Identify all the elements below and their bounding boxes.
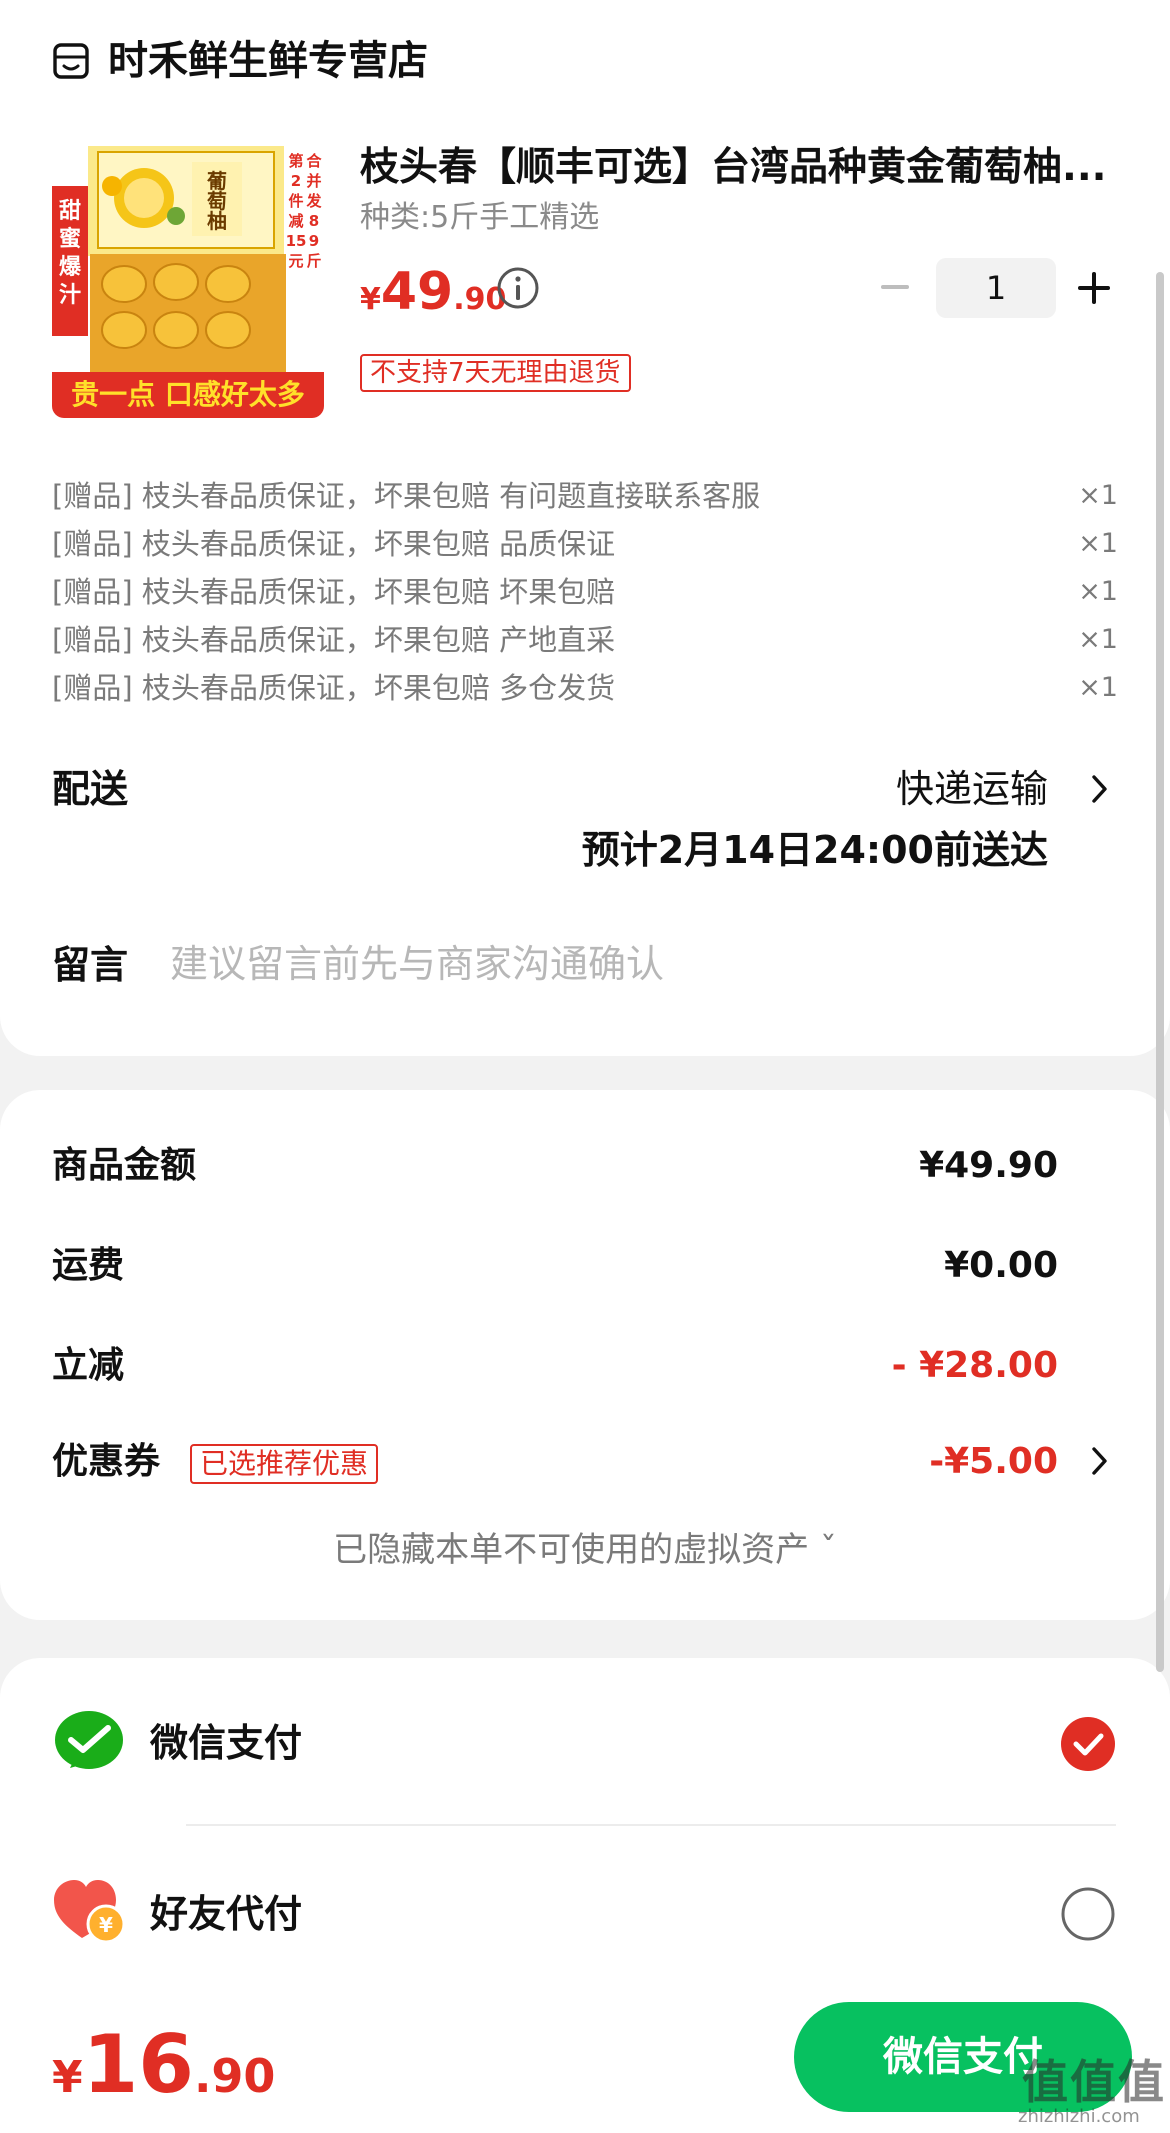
svg-text:并: 并 <box>306 172 321 190</box>
coupon-value[interactable]: -¥5.00 <box>929 1436 1058 1488</box>
box-title-3: 柚 <box>207 209 227 233</box>
product-price: ¥49.90 <box>360 262 507 322</box>
radio-unselected-icon[interactable] <box>1060 1886 1116 1942</box>
chevron-right-icon[interactable] <box>1090 1446 1110 1476</box>
message-label: 留言 <box>52 943 129 987</box>
discount-label: 立减 <box>52 1345 125 1386</box>
delivery-eta: 预计2月14日24:00前送达 <box>581 828 1048 872</box>
info-icon[interactable] <box>496 266 540 310</box>
radio-selected-icon[interactable] <box>1060 1716 1116 1772</box>
svg-text:第: 第 <box>288 152 303 170</box>
quantity-minus-button[interactable] <box>878 270 912 304</box>
svg-text:甜: 甜 <box>59 198 81 224</box>
payment-option-wechat[interactable]: 微信支付 <box>150 1715 302 1771</box>
svg-text:15: 15 <box>286 232 307 250</box>
goods-amount-label: 商品金额 <box>52 1145 197 1186</box>
store-name[interactable]: 时禾鲜生鲜专营店 <box>108 34 428 88</box>
scrollbar[interactable] <box>1156 272 1164 1672</box>
svg-text:减: 减 <box>288 212 303 230</box>
quantity-value[interactable]: 1 <box>936 258 1056 318</box>
svg-text:9: 9 <box>309 232 319 250</box>
store-icon <box>53 43 89 79</box>
delivery-method[interactable]: 快递运输 <box>896 762 1048 816</box>
gift-item: [赠品] 枝头春品质保证，坏果包赔 产地直采 ×1 <box>52 623 1118 657</box>
shipping-value: ¥0.00 <box>944 1245 1058 1286</box>
hidden-assets-toggle[interactable]: 已隐藏本单不可使用的虚拟资产 ˇ <box>0 1524 1170 1576</box>
svg-text:合: 合 <box>305 152 322 170</box>
return-policy-badge: 不支持7天无理由退货 <box>360 354 631 392</box>
message-input[interactable] <box>170 932 1050 996</box>
divider <box>186 1824 1116 1826</box>
gift-item: [赠品] 枝头春品质保证，坏果包赔 有问题直接联系客服 ×1 <box>52 479 1118 513</box>
svg-text:¥: ¥ <box>99 1913 113 1937</box>
total-price: ¥16.90 <box>52 2018 276 2111</box>
svg-text:件: 件 <box>288 192 303 210</box>
discount-value: - ¥28.00 <box>891 1345 1058 1386</box>
svg-text:元: 元 <box>288 252 303 270</box>
image-bottom-banner: 贵一点 口感好太多 <box>71 378 305 411</box>
svg-text:汁: 汁 <box>59 283 81 308</box>
gift-item: [赠品] 枝头春品质保证，坏果包赔 多仓发货 ×1 <box>52 671 1118 705</box>
payment-option-friend[interactable]: 好友代付 <box>150 1886 302 1942</box>
svg-text:2: 2 <box>291 172 301 190</box>
svg-text:8: 8 <box>309 212 319 230</box>
watermark: 值值值 <box>1022 2055 1166 2109</box>
quantity-plus-button[interactable] <box>1076 270 1112 306</box>
coupon-label[interactable]: 优惠券 <box>52 1436 160 1488</box>
svg-text:斤: 斤 <box>306 252 321 270</box>
shipping-label: 运费 <box>52 1245 125 1286</box>
wechat-pay-icon <box>55 1711 123 1769</box>
gift-item: [赠品] 枝头春品质保证，坏果包赔 坏果包赔 ×1 <box>52 575 1118 609</box>
product-image[interactable]: 葡 萄 柚 甜 蜜 爆 汁 第2件减15元 合并发89斤 贵一点 口感好太多 <box>52 146 324 418</box>
friend-pay-icon: ¥ <box>54 1880 126 1944</box>
gift-item: [赠品] 枝头春品质保证，坏果包赔 品质保证 ×1 <box>52 527 1118 561</box>
goods-amount-value: ¥49.90 <box>919 1145 1058 1186</box>
product-spec[interactable]: 种类:5斤手工精选 <box>360 196 599 240</box>
watermark-url: zhizhizhi.com <box>1018 2106 1140 2127</box>
svg-text:蜜: 蜜 <box>59 226 81 252</box>
product-title[interactable]: 枝头春【顺丰可选】台湾品种黄金葡萄柚... <box>360 140 1120 196</box>
svg-text:爆: 爆 <box>59 255 82 280</box>
order-card: 时禾鲜生鲜专营店 葡 萄 柚 甜 蜜 爆 汁 第 2 件减 15 元 合并发89斤 <box>0 0 1170 1056</box>
chevron-right-icon[interactable] <box>1090 774 1110 804</box>
delivery-label: 配送 <box>52 767 129 811</box>
svg-text:发: 发 <box>305 192 322 210</box>
coupon-tag[interactable]: 已选推荐优惠 <box>190 1444 379 1484</box>
